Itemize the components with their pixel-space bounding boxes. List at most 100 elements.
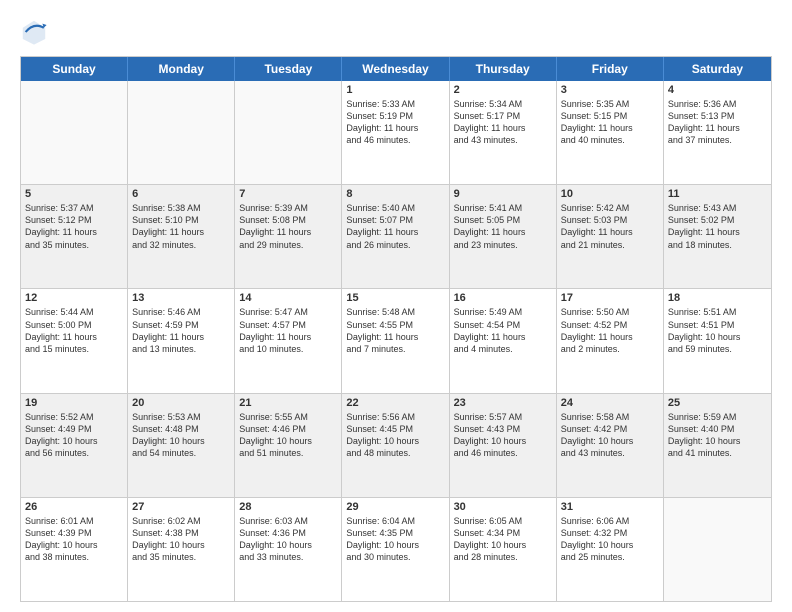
day-number: 29 <box>346 501 444 513</box>
cell-info: Sunrise: 5:41 AMSunset: 5:05 PMDaylight:… <box>454 202 552 251</box>
cal-cell-empty-1 <box>128 81 235 184</box>
cal-cell-21: 21 Sunrise: 5:55 AMSunset: 4:46 PMDayligh… <box>235 394 342 497</box>
day-number: 6 <box>132 188 230 200</box>
cell-info: Sunrise: 5:50 AMSunset: 4:52 PMDaylight:… <box>561 306 659 355</box>
day-number: 5 <box>25 188 123 200</box>
cell-info: Sunrise: 5:55 AMSunset: 4:46 PMDaylight:… <box>239 411 337 460</box>
week-row-1: 5 Sunrise: 5:37 AMSunset: 5:12 PMDaylight… <box>21 184 771 288</box>
day-number: 2 <box>454 84 552 96</box>
day-number: 13 <box>132 292 230 304</box>
cell-info: Sunrise: 5:49 AMSunset: 4:54 PMDaylight:… <box>454 306 552 355</box>
day-number: 9 <box>454 188 552 200</box>
day-number: 31 <box>561 501 659 513</box>
week-row-0: 1Sunrise: 5:33 AMSunset: 5:19 PMDaylight… <box>21 81 771 184</box>
cal-cell-29: 29 Sunrise: 6:04 AMSunset: 4:35 PMDayligh… <box>342 498 449 601</box>
cal-cell-8: 8Sunrise: 5:40 AMSunset: 5:07 PMDaylight… <box>342 185 449 288</box>
cal-cell-5: 5 Sunrise: 5:37 AMSunset: 5:12 PMDaylight… <box>21 185 128 288</box>
header-day-sunday: Sunday <box>21 57 128 81</box>
cell-info: Sunrise: 5:38 AMSunset: 5:10 PMDaylight:… <box>132 202 230 251</box>
day-number: 22 <box>346 397 444 409</box>
day-number: 23 <box>454 397 552 409</box>
cal-cell-26: 26 Sunrise: 6:01 AMSunset: 4:39 PMDayligh… <box>21 498 128 601</box>
cell-info: Sunrise: 5:56 AMSunset: 4:45 PMDaylight:… <box>346 411 444 460</box>
page: SundayMondayTuesdayWednesdayThursdayFrid… <box>0 0 792 612</box>
day-number: 24 <box>561 397 659 409</box>
cal-cell-31: 31 Sunrise: 6:06 AMSunset: 4:32 PMDayligh… <box>557 498 664 601</box>
cell-info: Sunrise: 5:36 AMSunset: 5:13 PMDaylight:… <box>668 98 767 147</box>
header-day-friday: Friday <box>557 57 664 81</box>
cell-info: Sunrise: 6:02 AMSunset: 4:38 PMDaylight:… <box>132 515 230 564</box>
cal-cell-7: 7 Sunrise: 5:39 AMSunset: 5:08 PMDaylight… <box>235 185 342 288</box>
cal-cell-30: 30Sunrise: 6:05 AMSunset: 4:34 PMDayligh… <box>450 498 557 601</box>
day-number: 19 <box>25 397 123 409</box>
cal-cell-15: 15 Sunrise: 5:48 AMSunset: 4:55 PMDayligh… <box>342 289 449 392</box>
day-number: 17 <box>561 292 659 304</box>
cal-cell-14: 14Sunrise: 5:47 AMSunset: 4:57 PMDayligh… <box>235 289 342 392</box>
cal-cell-3: 3 Sunrise: 5:35 AMSunset: 5:15 PMDaylight… <box>557 81 664 184</box>
cell-info: Sunrise: 5:43 AMSunset: 5:02 PMDaylight:… <box>668 202 767 251</box>
day-number: 25 <box>668 397 767 409</box>
header-day-thursday: Thursday <box>450 57 557 81</box>
cal-cell-6: 6 Sunrise: 5:38 AMSunset: 5:10 PMDaylight… <box>128 185 235 288</box>
cal-cell-1: 1Sunrise: 5:33 AMSunset: 5:19 PMDaylight… <box>342 81 449 184</box>
logo <box>20 18 52 46</box>
cell-info: Sunrise: 5:59 AMSunset: 4:40 PMDaylight:… <box>668 411 767 460</box>
cal-cell-18: 18 Sunrise: 5:51 AMSunset: 4:51 PMDayligh… <box>664 289 771 392</box>
cell-info: Sunrise: 5:57 AMSunset: 4:43 PMDaylight:… <box>454 411 552 460</box>
cell-info: Sunrise: 5:42 AMSunset: 5:03 PMDaylight:… <box>561 202 659 251</box>
day-number: 8 <box>346 188 444 200</box>
day-number: 20 <box>132 397 230 409</box>
day-number: 26 <box>25 501 123 513</box>
day-number: 21 <box>239 397 337 409</box>
day-number: 14 <box>239 292 337 304</box>
day-number: 7 <box>239 188 337 200</box>
cell-info: Sunrise: 6:01 AMSunset: 4:39 PMDaylight:… <box>25 515 123 564</box>
day-number: 1 <box>346 84 444 96</box>
cell-info: Sunrise: 5:39 AMSunset: 5:08 PMDaylight:… <box>239 202 337 251</box>
cal-cell-2: 2 Sunrise: 5:34 AMSunset: 5:17 PMDaylight… <box>450 81 557 184</box>
cal-cell-13: 13Sunrise: 5:46 AMSunset: 4:59 PMDayligh… <box>128 289 235 392</box>
cal-cell-empty-0 <box>21 81 128 184</box>
cal-cell-25: 25 Sunrise: 5:59 AMSunset: 4:40 PMDayligh… <box>664 394 771 497</box>
cell-info: Sunrise: 5:52 AMSunset: 4:49 PMDaylight:… <box>25 411 123 460</box>
week-row-2: 12Sunrise: 5:44 AMSunset: 5:00 PMDayligh… <box>21 288 771 392</box>
cal-cell-23: 23 Sunrise: 5:57 AMSunset: 4:43 PMDayligh… <box>450 394 557 497</box>
cal-cell-20: 20 Sunrise: 5:53 AMSunset: 4:48 PMDayligh… <box>128 394 235 497</box>
cal-cell-19: 19 Sunrise: 5:52 AMSunset: 4:49 PMDayligh… <box>21 394 128 497</box>
cal-cell-27: 27 Sunrise: 6:02 AMSunset: 4:38 PMDayligh… <box>128 498 235 601</box>
day-number: 12 <box>25 292 123 304</box>
calendar-body: 1Sunrise: 5:33 AMSunset: 5:19 PMDaylight… <box>21 81 771 601</box>
day-number: 4 <box>668 84 767 96</box>
cell-info: Sunrise: 5:53 AMSunset: 4:48 PMDaylight:… <box>132 411 230 460</box>
cell-info: Sunrise: 5:37 AMSunset: 5:12 PMDaylight:… <box>25 202 123 251</box>
day-number: 27 <box>132 501 230 513</box>
day-number: 16 <box>454 292 552 304</box>
cell-info: Sunrise: 6:06 AMSunset: 4:32 PMDaylight:… <box>561 515 659 564</box>
day-number: 11 <box>668 188 767 200</box>
calendar: SundayMondayTuesdayWednesdayThursdayFrid… <box>20 56 772 602</box>
week-row-4: 26 Sunrise: 6:01 AMSunset: 4:39 PMDayligh… <box>21 497 771 601</box>
header-day-tuesday: Tuesday <box>235 57 342 81</box>
calendar-header: SundayMondayTuesdayWednesdayThursdayFrid… <box>21 57 771 81</box>
header <box>20 18 772 46</box>
day-number: 30 <box>454 501 552 513</box>
cell-info: Sunrise: 6:04 AMSunset: 4:35 PMDaylight:… <box>346 515 444 564</box>
cell-info: Sunrise: 5:51 AMSunset: 4:51 PMDaylight:… <box>668 306 767 355</box>
cell-info: Sunrise: 5:34 AMSunset: 5:17 PMDaylight:… <box>454 98 552 147</box>
week-row-3: 19 Sunrise: 5:52 AMSunset: 4:49 PMDayligh… <box>21 393 771 497</box>
cal-cell-empty-6 <box>664 498 771 601</box>
day-number: 18 <box>668 292 767 304</box>
cal-cell-16: 16 Sunrise: 5:49 AMSunset: 4:54 PMDayligh… <box>450 289 557 392</box>
day-number: 15 <box>346 292 444 304</box>
cal-cell-4: 4 Sunrise: 5:36 AMSunset: 5:13 PMDaylight… <box>664 81 771 184</box>
cell-info: Sunrise: 5:48 AMSunset: 4:55 PMDaylight:… <box>346 306 444 355</box>
day-number: 3 <box>561 84 659 96</box>
cal-cell-17: 17 Sunrise: 5:50 AMSunset: 4:52 PMDayligh… <box>557 289 664 392</box>
cal-cell-empty-2 <box>235 81 342 184</box>
cal-cell-24: 24Sunrise: 5:58 AMSunset: 4:42 PMDayligh… <box>557 394 664 497</box>
day-number: 10 <box>561 188 659 200</box>
day-number: 28 <box>239 501 337 513</box>
header-day-wednesday: Wednesday <box>342 57 449 81</box>
cell-info: Sunrise: 5:35 AMSunset: 5:15 PMDaylight:… <box>561 98 659 147</box>
header-day-saturday: Saturday <box>664 57 771 81</box>
